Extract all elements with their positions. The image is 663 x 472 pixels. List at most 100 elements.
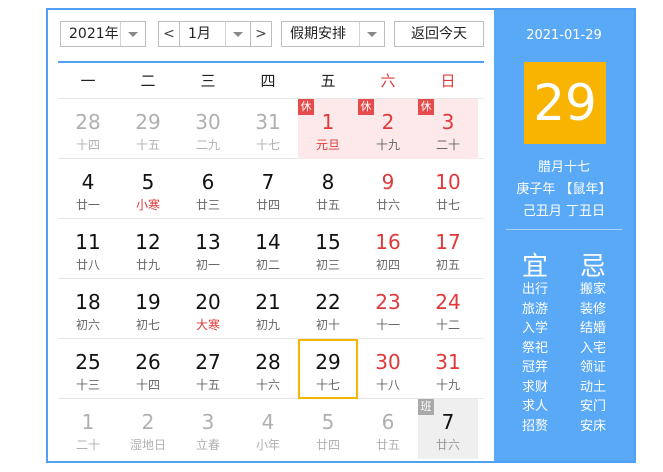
calendar-day-cell[interactable]: 17 初五 — [418, 219, 478, 279]
calendar-day-cell[interactable]: 13 初一 — [178, 219, 238, 279]
day-number: 3 — [201, 410, 215, 434]
calendar-day-cell[interactable]: 10 廿七 — [418, 159, 478, 219]
lunar-day: 廿四 — [255, 198, 280, 212]
calendar-day-cell[interactable]: 25 十三 — [58, 339, 118, 399]
calendar-day-cell[interactable]: 3 立春 — [178, 399, 238, 459]
calendar-day-cell[interactable]: 21 初九 — [238, 279, 298, 339]
day-number: 15 — [315, 230, 341, 254]
calendar-day-cell[interactable]: 12 廿九 — [118, 219, 178, 279]
day-number: 2 — [141, 410, 155, 434]
day-number: 5 — [141, 170, 155, 194]
lunar-day: 廿九 — [135, 258, 160, 272]
lunar-day: 初九 — [255, 318, 280, 332]
calendar-day-cell[interactable]: 休 2 十九 — [358, 99, 418, 159]
calendar-day-cell[interactable]: 22 初十 — [298, 279, 358, 339]
prev-month-button[interactable]: < — [158, 21, 180, 47]
lunar-day: 十七 — [315, 378, 340, 392]
calendar-day-cell[interactable]: 9 廿六 — [358, 159, 418, 219]
yi-item: 入学 — [522, 321, 549, 336]
day-detail-panel: 2021-01-29 29 腊月十七 庚子年 【鼠年】 己丑月 丁丑日 宜 忌 … — [494, 10, 634, 461]
yi-list: 出行 旅游 入学 祭祀 冠笄 求财 求人 招赘 — [522, 280, 548, 436]
calendar-day-cell[interactable]: 15 初三 — [298, 219, 358, 279]
year-select[interactable]: 2021年 — [60, 21, 146, 47]
calendar-day-cell[interactable]: 30 十八 — [358, 339, 418, 399]
lunar-day: 廿四 — [315, 438, 340, 452]
day-number: 26 — [135, 350, 161, 374]
calendar-day-cell[interactable]: 24 十二 — [418, 279, 478, 339]
month-select[interactable]: 1月 — [179, 21, 251, 47]
lunar-day: 十九 — [375, 138, 400, 152]
calendar-day-cell[interactable]: 1 二十 — [58, 399, 118, 459]
next-month-button[interactable]: > — [250, 21, 272, 47]
day-number: 20 — [195, 290, 221, 314]
ji-item: 安床 — [580, 418, 607, 434]
yi-item: 求人 — [522, 399, 549, 414]
calendar-day-cell[interactable]: 23 十一 — [358, 279, 418, 339]
calendar-day-cell[interactable]: 18 初六 — [58, 279, 118, 339]
back-to-today-button[interactable]: 返回今天 — [394, 21, 484, 47]
weekday-label: 三 — [200, 72, 216, 90]
calendar-day-cell[interactable]: 休 1 元旦 — [298, 99, 358, 159]
holiday-select[interactable]: 假期安排 — [281, 21, 385, 47]
weekday-label: 一 — [80, 72, 96, 90]
calendar-day-cell[interactable]: 28 十六 — [238, 339, 298, 399]
calendar-day-cell[interactable]: 14 初二 — [238, 219, 298, 279]
calendar-day-cell[interactable]: 8 廿五 — [298, 159, 358, 219]
day-number: 16 — [375, 230, 401, 254]
calendar-day-cell[interactable]: 班 7 廿六 — [418, 399, 478, 459]
calendar-day-cell[interactable]: 20 大寒 — [178, 279, 238, 339]
day-number: 6 — [381, 410, 395, 434]
day-number: 4 — [261, 410, 275, 434]
day-number: 5 — [321, 410, 335, 434]
lunar-day: 初七 — [135, 318, 160, 332]
ji-item: 安门 — [580, 399, 607, 414]
ji-item: 动土 — [580, 379, 607, 395]
day-number: 3 — [441, 110, 455, 134]
calendar-day-cell[interactable]: 16 初四 — [358, 219, 418, 279]
holiday-select-value: 假期安排 — [290, 26, 346, 42]
calendar-day-cell[interactable]: 31 十七 — [238, 99, 298, 159]
weekday-header: 一 二 三 四 五 六 日 — [58, 64, 484, 98]
calendar-main: 2021年 < 1月 > 假期安排 返回今天 一 二 三 四 五 六 日 28 … — [48, 10, 494, 461]
lunar-day: 廿一 — [75, 198, 100, 212]
calendar-week-row: 1 二十 2 湿地日 3 立春 4 小年 5 廿四 6 廿五班 7 廿六 — [58, 398, 484, 459]
calendar-week-row: 18 初六 19 初七 20 大寒 21 初九 22 初十 23 十一 24 十二 — [58, 278, 484, 338]
day-number: 28 — [75, 110, 101, 134]
day-number: 29 — [135, 110, 161, 134]
calendar-day-cell[interactable]: 休 3 二十 — [418, 99, 478, 159]
day-number: 10 — [435, 170, 461, 194]
day-number: 28 — [255, 350, 281, 374]
chevron-down-icon — [359, 22, 384, 46]
selected-date: 2021-01-29 — [526, 28, 602, 43]
calendar-day-cell[interactable]: 2 湿地日 — [118, 399, 178, 459]
lunar-day: 十三 — [75, 378, 100, 392]
day-number: 11 — [75, 230, 101, 254]
lunar-day: 廿三 — [195, 198, 220, 212]
calendar-day-cell[interactable]: 27 十五 — [178, 339, 238, 399]
calendar-day-cell[interactable]: 4 小年 — [238, 399, 298, 459]
lunar-day: 廿五 — [315, 198, 340, 212]
calendar-day-cell[interactable]: 4 廿一 — [58, 159, 118, 219]
calendar-day-cell[interactable]: 5 小寒 — [118, 159, 178, 219]
calendar-day-cell[interactable]: 7 廿四 — [238, 159, 298, 219]
year-select-value: 2021年 — [69, 26, 119, 42]
lunar-day: 二九 — [195, 138, 220, 152]
day-number: 29 — [315, 350, 341, 374]
calendar-day-cell[interactable]: 31 十九 — [418, 339, 478, 399]
calendar-day-cell[interactable]: 11 廿八 — [58, 219, 118, 279]
calendar-day-cell[interactable]: 6 廿五 — [358, 399, 418, 459]
calendar-day-cell[interactable]: 28 十四 — [58, 99, 118, 159]
calendar-week-row: 25 十三 26 十四 27 十五 28 十六 29 十七 30 十八 31 十九 — [58, 338, 484, 399]
calendar-day-cell[interactable]: 19 初七 — [118, 279, 178, 339]
calendar-day-cell[interactable]: 26 十四 — [118, 339, 178, 399]
calendar-day-cell[interactable]: 6 廿三 — [178, 159, 238, 219]
ji-item: 领证 — [580, 360, 607, 375]
calendar-day-cell[interactable]: 30 二九 — [178, 99, 238, 159]
lunar-day: 初五 — [435, 258, 460, 272]
calendar-day-cell[interactable]: 29 十七 — [298, 339, 358, 399]
calendar-day-cell[interactable]: 5 廿四 — [298, 399, 358, 459]
calendar-day-cell[interactable]: 29 十五 — [118, 99, 178, 159]
lunar-day: 初一 — [195, 258, 220, 272]
ganzhi-year: 庚子年 【鼠年】 — [516, 182, 612, 197]
lunar-day: 小寒 — [135, 198, 160, 212]
